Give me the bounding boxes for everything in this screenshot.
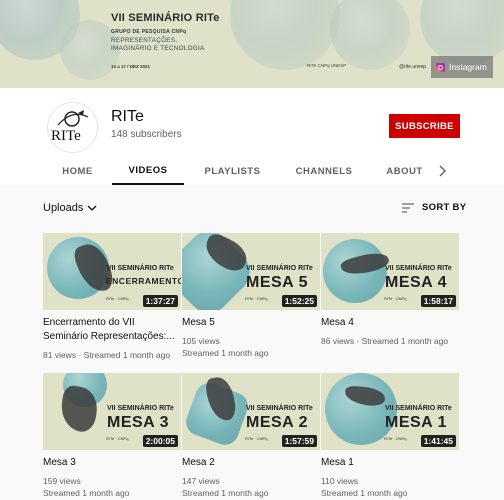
video-title[interactable]: Mesa 1 [321,456,459,470]
tab-about[interactable]: ABOUT [367,158,442,185]
video-thumbnail[interactable]: VII SEMINÁRIO RITe MESA 5 RITe · CNPq 1:… [182,233,320,310]
banner-line-2: IMAGINÁRIO E TECNOLOGIA [111,45,205,52]
thumb-label: MESA 5 [246,274,308,291]
banner-handle: @rite.unesp [399,64,427,70]
video-date: Streamed 1 month ago [83,350,171,360]
video-title[interactable]: Mesa 5 [182,316,320,330]
video-title[interactable]: Mesa 4 [321,316,459,330]
banner-dates: 13 a 17 / DEZ 2021 [111,64,151,69]
instagram-label: Instagram [449,62,487,72]
tab-channels[interactable]: CHANNELS [281,158,367,185]
video-date: Streamed 1 month ago [182,348,269,358]
subscribe-button[interactable]: SUBSCRIBE [389,114,460,138]
video-views: 147 views [182,476,220,486]
video-duration: 1:52:25 [281,295,317,307]
video-date: Streamed 1 month ago [361,336,449,346]
banner-logos: RITe CNPq UNESP [307,63,347,68]
thumb-seminar: VII SEMINÁRIO RITe [246,265,313,272]
uploads-label: Uploads [43,202,84,214]
avatar-text: RITe [51,128,81,144]
banner-title: VII SEMINÁRIO RITe [111,12,220,24]
instagram-link[interactable]: Instagram [431,56,493,78]
thumb-seminar: VII SEMINÁRIO RITe [385,265,452,272]
video-title[interactable]: Encerramento do VII Seminário Representa… [43,316,181,344]
sort-label: SORT BY [422,202,467,213]
banner-bubble [230,0,340,70]
tab-home[interactable]: HOME [43,158,112,185]
video-card[interactable]: VII SEMINÁRIO RITe MESA 4 RITe · CNPq 1:… [321,233,459,347]
video-duration: 1:37:27 [142,295,178,307]
video-thumbnail[interactable]: VII SEMINÁRIO RITe MESA 1 RITe · CNPq 1:… [321,373,459,450]
chevron-down-icon [87,205,97,211]
thumb-label: MESA 4 [385,274,447,291]
video-card[interactable]: VII SEMINÁRIO RITe MESA 2 RITe · CNPq 1:… [182,373,320,499]
thumb-seminar: VII SEMINÁRIO RITe [385,405,452,412]
video-date: Streamed 1 month ago [43,488,130,498]
video-title[interactable]: Mesa 3 [43,456,181,470]
video-views: 110 views [321,476,359,486]
tab-playlists[interactable]: PLAYLISTS [184,158,281,185]
thumb-logos: RITe · CNPq [106,436,129,441]
thumb-logos: RITe · CNPq [245,296,268,301]
video-thumbnail[interactable]: VII SEMINÁRIO RITe MESA 2 RITe · CNPq 1:… [182,373,320,450]
video-thumbnail[interactable]: VII SEMINÁRIO RITe MESA 3 RITe · CNPq 2:… [43,373,181,450]
thumb-seminar: VII SEMINÁRIO RITe [107,265,174,272]
video-card[interactable]: VII SEMINÁRIO RITe MESA 3 RITe · CNPq 2:… [43,373,181,499]
tab-videos[interactable]: VIDEOS [112,158,184,185]
video-meta: 81 views · Streamed 1 month ago [43,350,171,360]
thumb-label: ENCERRAMENTO [106,276,181,286]
channel-name: RITe [111,108,144,125]
video-views: 81 views [43,350,77,360]
video-views: 159 views [43,476,81,486]
video-duration: 1:57:59 [281,435,317,447]
banner-subtitle: GRUPO DE PESQUISA CNPq [111,29,187,35]
video-title[interactable]: Mesa 2 [182,456,320,470]
instagram-icon [436,62,445,72]
channel-banner: VII SEMINÁRIO RITe GRUPO DE PESQUISA CNP… [0,0,504,88]
thumb-label: MESA 2 [246,414,308,431]
thumb-seminar: VII SEMINÁRIO RITe [246,405,313,412]
video-views: 86 views [321,336,355,346]
video-meta: 86 views · Streamed 1 month ago [321,336,449,346]
video-duration: 1:58:17 [420,295,456,307]
video-thumbnail[interactable]: VII SEMINÁRIO RITe ENCERRAMENTO RITe · C… [43,233,181,310]
video-views: 105 views [182,336,220,346]
sort-icon [402,202,414,213]
thumb-logos: RITe · CNPq [384,296,407,301]
video-date: Streamed 1 month ago [321,488,408,498]
video-thumbnail[interactable]: VII SEMINÁRIO RITe MESA 4 RITe · CNPq 1:… [321,233,459,310]
video-date: Streamed 1 month ago [182,488,269,498]
video-duration: 2:00:05 [142,435,178,447]
video-card[interactable]: VII SEMINÁRIO RITe MESA 5 RITe · CNPq 1:… [182,233,320,359]
video-card[interactable]: VII SEMINÁRIO RITe MESA 1 RITe · CNPq 1:… [321,373,459,499]
banner-line-1: REPRESENTAÇÕES, [111,37,178,44]
uploads-dropdown[interactable]: Uploads [43,202,97,214]
chevron-right-icon [439,165,446,177]
thumb-label: MESA 3 [107,414,169,431]
video-duration: 1:41:45 [420,435,456,447]
thumb-seminar: VII SEMINÁRIO RITe [107,405,174,412]
sort-by-button[interactable]: SORT BY [402,202,466,213]
channel-tabs: HOME VIDEOS PLAYLISTS CHANNELS ABOUT [43,158,442,185]
channel-header: RITe RITe 148 subscribers SUBSCRIBE HOME… [0,88,504,185]
video-card[interactable]: VII SEMINÁRIO RITe ENCERRAMENTO RITe · C… [43,233,181,361]
thumb-label: MESA 1 [385,414,447,431]
thumb-logos: RITe · CNPq [106,296,129,301]
tabs-scroll-right[interactable] [434,162,450,180]
thumb-logos: RITe · CNPq [384,436,407,441]
channel-avatar[interactable]: RITe [47,102,98,153]
subscriber-count: 148 subscribers [111,129,182,140]
thumb-logos: RITe · CNPq [245,436,268,441]
banner-bubble [330,0,410,70]
